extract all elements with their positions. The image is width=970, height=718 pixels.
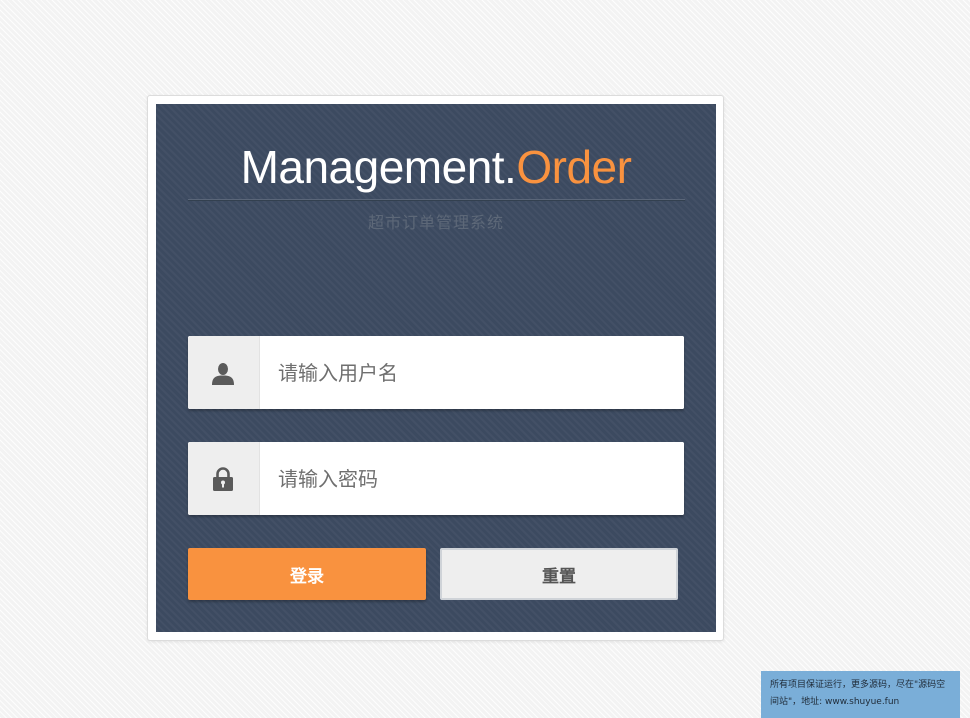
brand-title-accent: Order [516,141,632,193]
password-field[interactable] [188,442,684,515]
login-frame: Management.Order 超市订单管理系统 请输入用户名 登录 重置 [147,95,724,641]
username-field[interactable] [188,336,684,409]
reset-button[interactable]: 重置 [440,548,678,600]
brand-title-main: Management. [240,141,517,193]
user-icon [212,363,234,385]
lock-icon [213,467,233,491]
brand-title: Management.Order [156,142,716,192]
password-input[interactable] [261,442,684,515]
login-button[interactable]: 登录 [188,548,426,600]
source-notice: 所有项目保证运行，更多源码，尽在"源码空间站"，地址: www.shuyue.f… [761,671,960,718]
login-panel: Management.Order 超市订单管理系统 请输入用户名 登录 重置 [156,104,716,632]
system-subtitle: 超市订单管理系统 [367,215,504,232]
password-icon-box [188,442,260,515]
title-divider [188,199,685,201]
username-input[interactable] [261,336,684,409]
username-icon-box [188,336,260,409]
